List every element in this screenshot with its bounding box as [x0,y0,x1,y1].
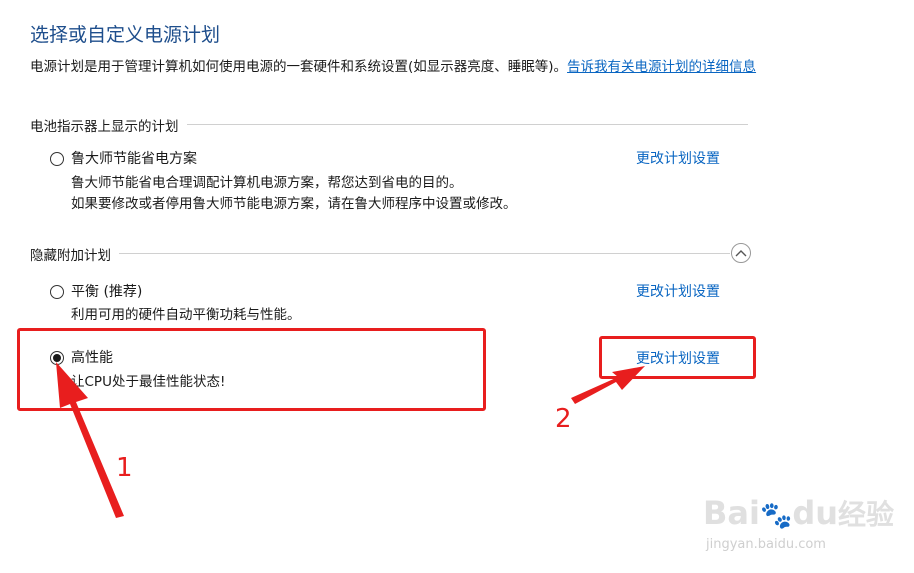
paw-icon: 🐾 [759,501,793,531]
annotation-number-2: 2 [555,404,572,434]
annotation-number-1: 1 [116,453,133,483]
watermark-brand-cn: 经验 [838,498,895,531]
annotation-arrow-2 [571,366,645,404]
watermark-brand-right: du [792,494,839,532]
watermark-url: jingyan.baidu.com [706,537,826,552]
watermark-logo: Bai🐾du经验 [703,493,894,533]
watermark-brand-left: Bai [703,494,760,532]
annotation-arrows [56,362,645,518]
annotation-arrow-1 [56,362,124,518]
